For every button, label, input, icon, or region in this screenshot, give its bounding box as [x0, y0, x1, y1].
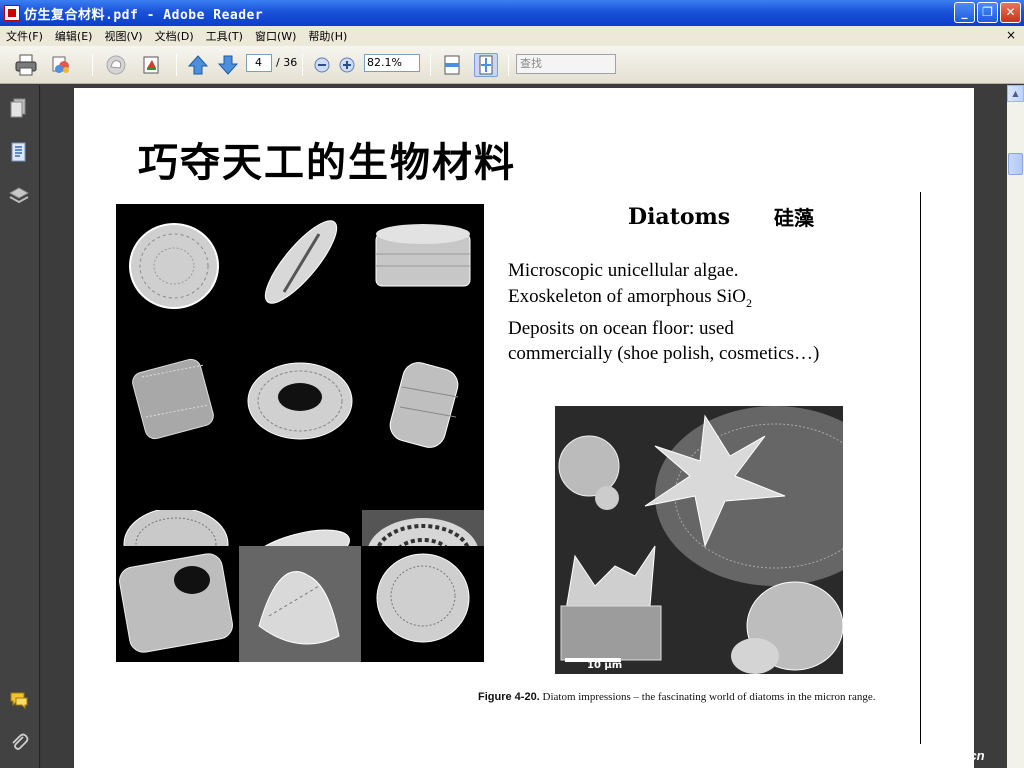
menu-document[interactable]: 文档(D) [149, 28, 200, 44]
vertical-scrollbar[interactable]: ▲ [1007, 85, 1024, 768]
fit-width-icon[interactable] [440, 53, 464, 77]
comments-icon[interactable] [8, 689, 30, 711]
slide-title: 巧夺天工的生物材料 [138, 139, 516, 186]
menu-view[interactable]: 视图(V) [98, 28, 148, 44]
diatom-image [116, 546, 238, 662]
diatom-image [239, 204, 361, 356]
hand-icon[interactable] [104, 53, 128, 77]
bullet-line: Exoskeleton of amorphous SiO2 [508, 285, 753, 310]
diatom-image [239, 357, 361, 509]
divider-line [920, 192, 921, 744]
attachments-icon[interactable] [8, 141, 30, 163]
bookmark-icon[interactable] [140, 53, 164, 77]
menu-window[interactable]: 窗口(W) [249, 28, 302, 44]
close-button[interactable]: ✕ [1000, 2, 1021, 23]
diatom-image [116, 204, 238, 356]
toolbar: ▼ ▼ ▼ [0, 46, 1024, 115]
diatom-photo-grid-bottom [116, 546, 484, 662]
diatom-image [239, 546, 361, 662]
menu-help[interactable]: 帮助(H) [302, 28, 353, 44]
page-number-input[interactable]: 4 [246, 54, 272, 72]
next-page-icon[interactable] [216, 53, 240, 77]
page-total: / 36 [276, 56, 298, 69]
navigation-pane [0, 85, 40, 768]
figure-caption-text: Diatom impressions – the fascinating wor… [542, 691, 876, 703]
menu-file[interactable]: 文件(F) [0, 28, 49, 44]
pdf-app-icon [4, 5, 20, 21]
menu-edit[interactable]: 编辑(E) [49, 28, 99, 44]
window-title: 仿生复合材料.pdf - Adobe Reader [24, 7, 264, 23]
minimize-button[interactable]: _ [954, 2, 975, 23]
scale-bar-label: 10 µm [587, 660, 622, 671]
figure-label: Figure 4-20. [478, 691, 540, 703]
diatom-image [362, 357, 484, 509]
diatom-figure-photo: 10 µm [555, 406, 843, 674]
diatom-image [362, 546, 484, 662]
pages-icon[interactable] [8, 97, 30, 119]
title-bar[interactable]: 仿生复合材料.pdf - Adobe Reader _ ❐ ✕ [0, 0, 1024, 26]
restore-button[interactable]: ❐ [977, 2, 998, 23]
scroll-thumb[interactable] [1008, 153, 1023, 175]
paperclip-icon[interactable] [8, 731, 30, 753]
close-document-icon[interactable]: × [1006, 28, 1016, 42]
prev-page-icon[interactable] [186, 53, 210, 77]
zoom-input[interactable]: 82.1% [364, 54, 420, 72]
fit-page-icon[interactable] [474, 53, 498, 77]
bullet-text: Microscopic unicellular algae. Exoskelet… [508, 258, 819, 367]
adobe-reader-window: 仿生复合材料.pdf - Adobe Reader _ ❐ ✕ 文件(F) 编辑… [0, 0, 1024, 768]
diatoms-heading-cn: 硅藻 [774, 206, 814, 230]
bullet-line: Microscopic unicellular algae. [508, 260, 739, 281]
zoom-in-icon[interactable] [335, 53, 359, 77]
watermark: al.cn [955, 748, 985, 763]
diatom-image [362, 204, 484, 356]
scroll-up-icon[interactable]: ▲ [1007, 85, 1024, 102]
diatom-image [116, 357, 238, 509]
menu-tools[interactable]: 工具(T) [200, 28, 249, 44]
bullet-line: Deposits on ocean floor: used [508, 317, 734, 339]
bullet-line: commercially (shoe polish, cosmetics…) [508, 343, 820, 365]
figure-caption: Figure 4-20. Diatom impressions – the fa… [478, 690, 908, 704]
search-input[interactable]: 查找 [516, 54, 616, 74]
menu-bar: 文件(F) 编辑(E) 视图(V) 文档(D) 工具(T) 窗口(W) 帮助(H… [0, 26, 1024, 46]
layers-icon[interactable] [8, 185, 30, 207]
pdf-page: 巧夺天工的生物材料 Diatoms 硅藻 Microscopic unicell… [74, 88, 974, 768]
zoom-out-icon[interactable] [310, 53, 334, 77]
diatoms-heading: Diatoms [628, 204, 731, 230]
print-icon[interactable] [14, 53, 38, 77]
share-icon[interactable] [50, 53, 74, 77]
